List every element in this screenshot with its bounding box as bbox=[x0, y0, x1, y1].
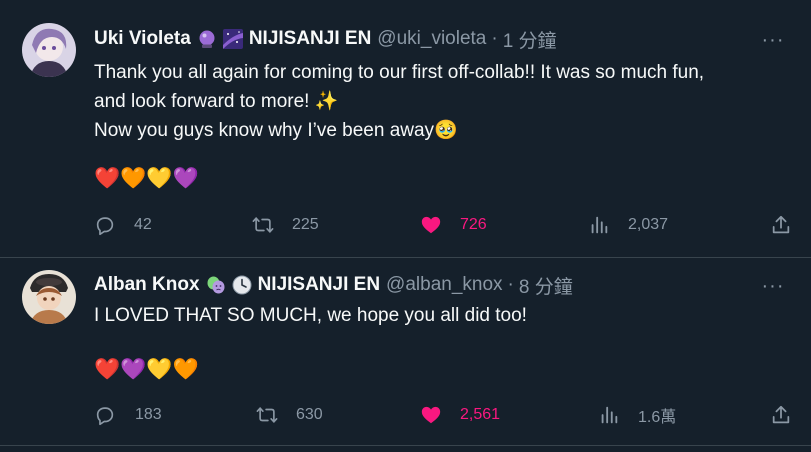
share-icon bbox=[772, 215, 790, 234]
view-count: 1.6萬 bbox=[638, 409, 677, 426]
share-button[interactable] bbox=[770, 399, 792, 431]
avatar-image bbox=[22, 23, 76, 77]
views-button[interactable]: 2,037 bbox=[588, 209, 668, 241]
handle[interactable]: @alban_knox bbox=[386, 274, 502, 296]
reply-icon bbox=[96, 217, 114, 236]
views-icon bbox=[591, 216, 608, 234]
more-icon: ··· bbox=[761, 28, 785, 51]
tweet-text-line: Now you guys know why I’ve been away🥹 bbox=[94, 120, 458, 141]
affiliation: NIJISANJI EN bbox=[257, 274, 381, 295]
retweet-count: 225 bbox=[292, 216, 319, 233]
tweet-actions: 183 630 2,561 1.6萬 bbox=[94, 399, 791, 431]
handle[interactable]: @uki_violeta bbox=[377, 28, 486, 50]
tweet-text-line: and look forward to more! ✨ bbox=[94, 91, 339, 112]
separator: · bbox=[507, 274, 514, 295]
tweet-actions: 42 225 726 2,037 bbox=[94, 209, 791, 241]
display-name[interactable]: Alban Knox bbox=[94, 274, 200, 296]
hearts-emoji-row: ❤️💜💛🧡 bbox=[94, 358, 199, 381]
affiliation: NIJISANJI EN bbox=[248, 28, 372, 49]
tweet-text-line: Thank you all again for coming to our fi… bbox=[94, 62, 705, 83]
reply-button[interactable]: 42 bbox=[94, 209, 152, 241]
avatar[interactable] bbox=[22, 270, 76, 324]
view-count: 2,037 bbox=[628, 216, 669, 233]
tweet[interactable]: Alban Knox NIJISANJI EN @alban_knox · 8 … bbox=[0, 258, 811, 446]
reply-icon bbox=[96, 407, 114, 426]
retweet-icon bbox=[256, 407, 278, 423]
share-icon bbox=[772, 405, 790, 424]
more-icon: ··· bbox=[761, 274, 785, 297]
milky-way-icon bbox=[222, 29, 243, 49]
more-options-button[interactable]: ··· bbox=[759, 26, 787, 54]
like-count: 726 bbox=[460, 216, 487, 233]
retweet-button[interactable]: 225 bbox=[252, 209, 319, 241]
timestamp[interactable]: 1 分鐘 bbox=[503, 26, 557, 53]
views-icon bbox=[601, 406, 618, 424]
timestamp[interactable]: 8 分鐘 bbox=[519, 272, 573, 299]
retweet-count: 630 bbox=[296, 406, 323, 423]
hearts-emoji-row: ❤️🧡💛💜 bbox=[94, 167, 199, 190]
more-options-button[interactable]: ··· bbox=[759, 272, 787, 300]
avatar-image bbox=[22, 270, 76, 324]
like-count: 2,561 bbox=[460, 406, 501, 423]
tweet-text-line: I LOVED THAT SO MUCH, we hope you all di… bbox=[94, 305, 527, 326]
tweet-header: Uki Violeta NIJISANJI EN @uki_violeta · … bbox=[94, 25, 751, 53]
performing-arts-icon bbox=[206, 275, 226, 295]
share-button[interactable] bbox=[770, 209, 792, 241]
reply-count: 42 bbox=[134, 216, 152, 233]
clock-icon bbox=[232, 275, 252, 295]
separator: · bbox=[491, 28, 498, 49]
like-button[interactable]: 2,561 bbox=[420, 399, 500, 431]
retweet-icon bbox=[252, 217, 274, 233]
tweet-text: I LOVED THAT SO MUCH, we hope you all di… bbox=[94, 301, 771, 330]
tweet[interactable]: Uki Violeta NIJISANJI EN @uki_violeta · … bbox=[0, 0, 811, 258]
reply-button[interactable]: 183 bbox=[94, 399, 162, 431]
tweet-text: Thank you all again for coming to our fi… bbox=[94, 58, 771, 145]
views-button[interactable]: 1.6萬 bbox=[598, 399, 676, 431]
retweet-button[interactable]: 630 bbox=[256, 399, 323, 431]
like-button[interactable]: 726 bbox=[420, 209, 487, 241]
reply-count: 183 bbox=[135, 406, 162, 423]
heart-filled-icon bbox=[421, 406, 441, 424]
tweet-header: Alban Knox NIJISANJI EN @alban_knox · 8 … bbox=[94, 271, 751, 299]
crystal-ball-icon bbox=[197, 29, 217, 49]
heart-filled-icon bbox=[421, 216, 441, 234]
avatar[interactable] bbox=[22, 23, 76, 77]
display-name[interactable]: Uki Violeta bbox=[94, 28, 191, 50]
